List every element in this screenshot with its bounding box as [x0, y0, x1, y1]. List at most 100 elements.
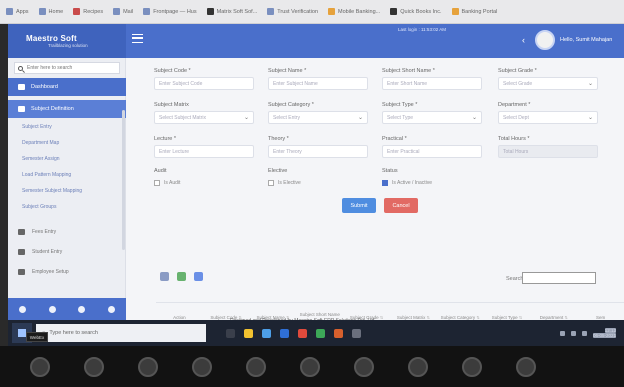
practical-input[interactable]: Enter Practical	[382, 145, 482, 158]
participant-avatar[interactable]	[300, 356, 320, 377]
bookmark-home[interactable]: Home	[38, 8, 63, 15]
sidebar-item-employee[interactable]: Employee Setup	[8, 264, 126, 280]
table-header: Action Subject Code ⇅ Subject Name ⇅ Sub…	[156, 302, 624, 320]
elective-checkbox[interactable]: Is Elective	[268, 177, 368, 189]
subject-code-field: Subject Code * Enter Subject Code	[154, 68, 254, 90]
print-icon[interactable]	[160, 272, 169, 281]
sidebar-search-input[interactable]	[27, 65, 117, 71]
status-field: Status Is Active / Inactive	[382, 168, 482, 189]
checkbox-icon	[268, 180, 274, 186]
brand-logo[interactable]: Maestro Soft Trailblazing solution	[8, 24, 126, 58]
participant-avatar[interactable]	[462, 356, 482, 377]
sidebar: Dashboard Subject Definition Subject Ent…	[8, 58, 126, 320]
sidebar-item-student[interactable]: Student Entry	[8, 244, 126, 260]
brand-name: Maestro Soft	[26, 34, 77, 43]
audit-field: Audit Is Audit	[154, 168, 254, 189]
sort-icon: ⇅	[518, 314, 523, 320]
bookmark-banking[interactable]: Mobile Banking...	[328, 8, 380, 15]
top-bar: Maestro Soft Trailblazing solution Last …	[8, 24, 624, 58]
bookmarks-bar: Apps Home Recipes Mail Frontpage — Hus M…	[0, 0, 624, 24]
taskbar-search[interactable]: ○ Type here to search	[36, 324, 206, 342]
checkbox-icon	[154, 180, 160, 186]
sidebar-subitem-department-map[interactable]: Department Map	[8, 136, 126, 150]
subject-category-field: Subject Category * Select Entry ⌄	[268, 102, 368, 124]
menu-toggle-icon[interactable]	[132, 34, 143, 43]
participant-avatar[interactable]	[30, 356, 50, 377]
user-icon	[18, 249, 25, 255]
total-hours-input: Total Hours	[498, 145, 598, 158]
participant-avatar[interactable]	[408, 356, 428, 377]
chevron-down-icon: ⌄	[587, 115, 593, 121]
bookmark-matrix[interactable]: Matrix Soft Sof...	[206, 8, 257, 15]
table-search-input[interactable]	[522, 272, 596, 284]
audit-checkbox[interactable]: Is Audit	[154, 177, 254, 189]
department-select[interactable]: Select Dept ⌄	[498, 111, 598, 124]
sidebar-item-subject-definition[interactable]: Subject Definition	[8, 100, 126, 118]
excel-icon[interactable]	[177, 272, 186, 281]
app-icon[interactable]	[352, 328, 361, 338]
chrome-icon[interactable]	[316, 328, 325, 338]
bookmark-icon	[206, 8, 214, 15]
sidebar-subitem-semester-assign[interactable]: Semester Assign	[8, 152, 126, 166]
subject-matrix-field: Subject Matrix Select Subject Matrix ⌄	[154, 102, 254, 124]
status-checkbox[interactable]: Is Active / Inactive	[382, 177, 482, 189]
participant-avatar[interactable]	[246, 356, 266, 377]
sidebar-item-fees[interactable]: Fees Entry	[8, 224, 126, 240]
user-name[interactable]: Hello, Sumit Mahajan	[560, 37, 612, 43]
participant-avatar[interactable]	[84, 356, 104, 377]
grid-icon	[18, 229, 25, 235]
bookmark-portal[interactable]: Banking Portal	[451, 8, 497, 15]
edge-icon[interactable]	[262, 328, 271, 338]
meeting-controls	[0, 346, 624, 387]
sort-icon: ⇅	[379, 314, 384, 320]
sidebar-search[interactable]	[14, 62, 120, 74]
network-icon[interactable]	[559, 330, 565, 336]
bookmark-frontpage[interactable]: Frontpage — Hus	[143, 8, 197, 15]
bookmark-quickbooks[interactable]: Quick Books Inc.	[390, 8, 442, 15]
bookmark-trust[interactable]: Trust Verification	[267, 8, 318, 15]
lecture-input[interactable]: Enter Lecture	[154, 145, 254, 158]
expand-icon[interactable]	[48, 305, 56, 313]
subject-short-name-input[interactable]: Enter Short Name	[382, 77, 482, 90]
settings-icon[interactable]	[19, 305, 27, 313]
subject-name-input[interactable]: Enter Subject Name	[268, 77, 368, 90]
app-icon[interactable]	[334, 328, 343, 338]
subject-category-select[interactable]: Select Entry ⌄	[268, 111, 368, 124]
bookmark-apps[interactable]: Apps	[6, 8, 29, 15]
subject-matrix-select[interactable]: Select Subject Matrix ⌄	[154, 111, 254, 124]
sidebar-subitem-load-pattern[interactable]: Load Pattern Mapping	[8, 168, 126, 182]
office-icon[interactable]	[298, 328, 307, 338]
avatar[interactable]	[535, 30, 555, 50]
brand-tagline: Trailblazing solution	[48, 43, 88, 48]
battery-icon[interactable]	[581, 330, 587, 336]
task-view-icon[interactable]	[226, 328, 235, 338]
sidebar-subitem-semester-subject[interactable]: Semester Subject Mapping	[8, 184, 126, 198]
bookmark-mail[interactable]: Mail	[113, 8, 133, 15]
sidebar-subitem-subject-groups[interactable]: Subject Groups	[8, 200, 126, 214]
power-icon[interactable]	[107, 305, 115, 313]
clock[interactable]: 12:12 06-05-2021	[592, 328, 616, 338]
search-icon	[18, 65, 23, 71]
cancel-button[interactable]: Cancel	[384, 198, 418, 213]
participant-avatar[interactable]	[192, 356, 212, 377]
elective-field: Elective Is Elective	[268, 168, 368, 189]
submit-button[interactable]: Submit	[342, 198, 376, 213]
theory-input[interactable]: Enter Theory	[268, 145, 368, 158]
participant-avatar[interactable]	[138, 356, 158, 377]
total-hours-field: Total Hours * Total Hours	[498, 136, 598, 158]
store-icon[interactable]	[280, 328, 289, 338]
subject-code-input[interactable]: Enter Subject Code	[154, 77, 254, 90]
subject-type-select[interactable]: Select Type ⌄	[382, 111, 482, 124]
participant-avatar[interactable]	[354, 356, 374, 377]
pdf-icon[interactable]	[194, 272, 203, 281]
chevron-left-icon[interactable]: ‹	[522, 35, 525, 45]
bookmark-recipes[interactable]: Recipes	[73, 8, 103, 15]
participant-avatar[interactable]	[516, 356, 536, 377]
volume-icon[interactable]	[570, 330, 576, 336]
sidebar-scrollbar[interactable]	[122, 110, 125, 250]
sidebar-subitem-subject-entry[interactable]: Subject Entry	[8, 120, 126, 134]
subject-grade-select[interactable]: Select Grade ⌄	[498, 77, 598, 90]
sidebar-item-dashboard[interactable]: Dashboard	[8, 78, 126, 96]
lock-icon[interactable]	[78, 305, 86, 313]
file-explorer-icon[interactable]	[244, 328, 253, 338]
